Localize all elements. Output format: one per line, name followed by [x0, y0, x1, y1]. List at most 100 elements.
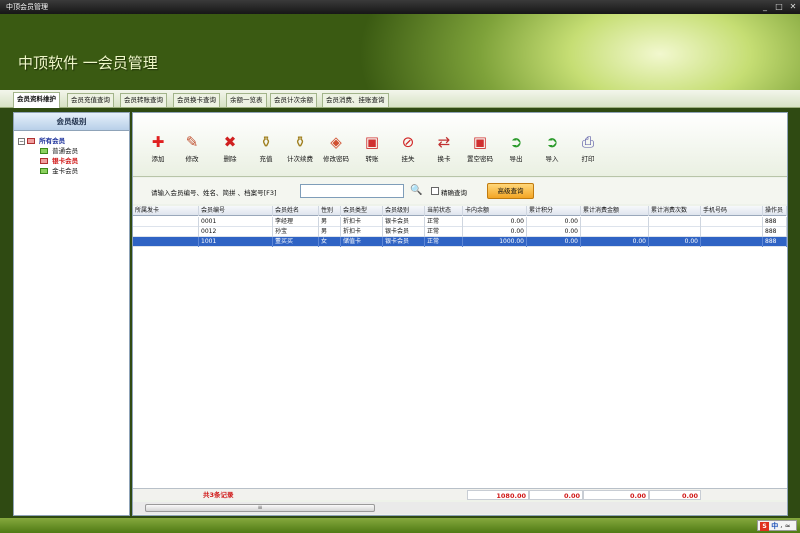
toolbar-button-label: 修改: [185, 155, 199, 163]
table-cell: 银卡会员: [383, 217, 425, 227]
table-cell: 银卡会员: [383, 237, 425, 247]
toolbar-button-label: 修改密码: [323, 155, 349, 163]
tree-node-regular[interactable]: 普通会员: [40, 147, 78, 156]
folder-icon: [40, 148, 48, 154]
member-table: 所属发卡 会员编号 会员姓名 性别 会员类型 会员级别 当前状态 卡内余额 累计积分 累计消费金额…: [133, 206, 787, 488]
table-cell: 1000.00: [463, 237, 527, 247]
table-header-row[interactable]: 所属发卡 会员编号 会员姓名 性别 会员类型 会员级别 当前状态 卡内余额 累计积分 累计消费金额…: [133, 206, 787, 216]
window-title: 中顶会员管理: [6, 3, 48, 11]
table-cell: [701, 237, 763, 247]
close-button[interactable]: ✕: [788, 2, 798, 12]
toolbar-button-0[interactable]: ✚ 添加: [141, 133, 175, 163]
toolbar-button-label: 打印: [581, 155, 595, 163]
search-icon[interactable]: 🔍: [410, 185, 422, 197]
gold-key-icon: ⚱: [293, 133, 307, 151]
toolbar-button-6[interactable]: ▣ 转账: [355, 133, 389, 163]
table-cell: 0.00: [527, 227, 581, 237]
scroll-thumb[interactable]: ≡: [145, 504, 375, 512]
ime-logo-icon: S: [760, 522, 769, 531]
toolbar-button-7[interactable]: ⊘ 挂失: [391, 133, 425, 163]
table-summary-row: 共3条记录 1080.00 0.00 0.00 0.00: [133, 488, 787, 500]
column-header: 性别: [319, 206, 341, 216]
toolbar-button-label: 导出: [509, 155, 523, 163]
status-bar: S 中 ⸴ ≈: [0, 518, 800, 533]
pencil-icon: ✎: [185, 133, 199, 151]
tab-recharge-query[interactable]: 会员充值查询: [67, 93, 114, 107]
minimize-button[interactable]: _: [760, 2, 770, 12]
column-header: 会员类型: [341, 206, 383, 216]
card-icon: ▣: [472, 133, 488, 151]
ime-language: 中: [771, 522, 779, 530]
table-row[interactable]: 1001 董买买女储值卡 银卡会员 正常 1000.00 0.00 0.00 0.00 888: [133, 237, 787, 247]
record-count: 共3条记录: [203, 491, 234, 499]
printer-icon: ⎙: [581, 133, 594, 151]
table-cell: 正常: [425, 227, 463, 237]
cross-icon: ✖: [223, 133, 237, 151]
member-main-panel: ✚ 添加 ✎ 修改 ✖ 删除 ⚱ 充值 ⚱ 计次续费 ◈ 修改密码 ▣ 转账 ⊘ 挂失 ⇄ 换卡 ▣ 置空密码 ➲ 导出 ➲…: [132, 112, 788, 516]
toolbar-button-2[interactable]: ✖ 删除: [213, 133, 247, 163]
table-cell: 正常: [425, 217, 463, 227]
export-icon: ➲: [509, 133, 523, 151]
table-cell: 男: [319, 217, 341, 227]
toolbar-button-1[interactable]: ✎ 修改: [175, 133, 209, 163]
table-cell: 董买买: [273, 237, 319, 247]
shield-icon: ◈: [330, 133, 342, 151]
tree-node-all-members[interactable]: − 所有会员: [18, 137, 65, 146]
toolbar-button-5[interactable]: ◈ 修改密码: [319, 133, 353, 163]
gold-key-icon: ⚱: [259, 133, 273, 151]
table-cell: 0.00: [649, 237, 701, 247]
column-header: 操作员: [763, 206, 787, 216]
table-row[interactable]: 0012 孙宝男折扣卡 银卡会员 正常 0.00 0.00 888: [133, 227, 787, 237]
table-cell: 银卡会员: [383, 227, 425, 237]
app-banner: 中顶软件 一会员管理: [0, 14, 800, 90]
toolbar-button-3[interactable]: ⚱ 充值: [249, 133, 283, 163]
toolbar-button-label: 导入: [545, 155, 559, 163]
table-cell: 0001: [199, 217, 273, 227]
column-header: 会员编号: [199, 206, 273, 216]
advanced-query-button[interactable]: 高级查询: [487, 183, 534, 199]
toolbar-button-label: 删除: [223, 155, 237, 163]
collapse-icon[interactable]: −: [18, 137, 25, 145]
tab-consumption-query[interactable]: 会员消费、挂账查询: [322, 93, 389, 107]
total-points: 0.00: [529, 490, 583, 500]
toolbar-button-9[interactable]: ▣ 置空密码: [463, 133, 497, 163]
toolbar-button-4[interactable]: ⚱ 计次续费: [283, 133, 317, 163]
table-cell: [581, 217, 649, 227]
toolbar-button-10[interactable]: ➲ 导出: [499, 133, 533, 163]
table-row[interactable]: 0001 李经理男折扣卡 银卡会员 正常 0.00 0.00 888: [133, 217, 787, 227]
exact-query-checkbox[interactable]: [431, 187, 439, 195]
tab-balance-list[interactable]: 余额一览表: [226, 93, 267, 107]
toolbar-button-label: 换卡: [437, 155, 451, 163]
import-icon: ➲: [545, 133, 559, 151]
total-spend: 0.00: [583, 490, 649, 500]
column-header: 手机号码: [701, 206, 763, 216]
tab-count-balance[interactable]: 会员计次余额: [270, 93, 317, 107]
action-toolbar: ✚ 添加 ✎ 修改 ✖ 删除 ⚱ 充值 ⚱ 计次续费 ◈ 修改密码 ▣ 转账 ⊘ 挂失 ⇄ 换卡 ▣ 置空密码 ➲ 导出 ➲…: [133, 113, 787, 177]
table-cell: 折扣卡: [341, 227, 383, 237]
toolbar-button-label: 转账: [365, 155, 379, 163]
tab-member-info[interactable]: 会员资料维护: [13, 92, 60, 108]
toolbar-button-label: 挂失: [401, 155, 415, 163]
tree-node-silver[interactable]: 银卡会员: [40, 157, 78, 166]
table-cell: 888: [763, 217, 787, 227]
column-header: 卡内余额: [463, 206, 527, 216]
toolbar-button-8[interactable]: ⇄ 换卡: [427, 133, 461, 163]
tab-transfer-query[interactable]: 会员转账查询: [120, 93, 167, 107]
folder-icon: [40, 158, 48, 164]
tab-card-change-query[interactable]: 会员换卡查询: [173, 93, 220, 107]
tree-node-gold[interactable]: 金卡会员: [40, 167, 78, 176]
card-icon: ▣: [364, 133, 380, 151]
total-balance: 1080.00: [467, 490, 529, 500]
toolbar-button-12[interactable]: ⎙ 打印: [571, 133, 605, 163]
column-header: 累计积分: [527, 206, 581, 216]
horizontal-scrollbar[interactable]: ≡: [133, 502, 787, 514]
table-cell: [701, 227, 763, 237]
tab-bar: 会员资料维护 会员充值查询 会员转账查询 会员换卡查询 余额一览表 会员计次余额…: [0, 90, 800, 108]
ime-indicator[interactable]: S 中 ⸴ ≈: [757, 520, 797, 531]
toolbar-button-11[interactable]: ➲ 导入: [535, 133, 569, 163]
app-title: 中顶软件 一会员管理: [18, 54, 158, 72]
total-times: 0.00: [649, 490, 701, 500]
search-input[interactable]: [300, 184, 404, 198]
column-header: 累计消费金额: [581, 206, 649, 216]
restore-button[interactable]: □: [774, 2, 784, 12]
